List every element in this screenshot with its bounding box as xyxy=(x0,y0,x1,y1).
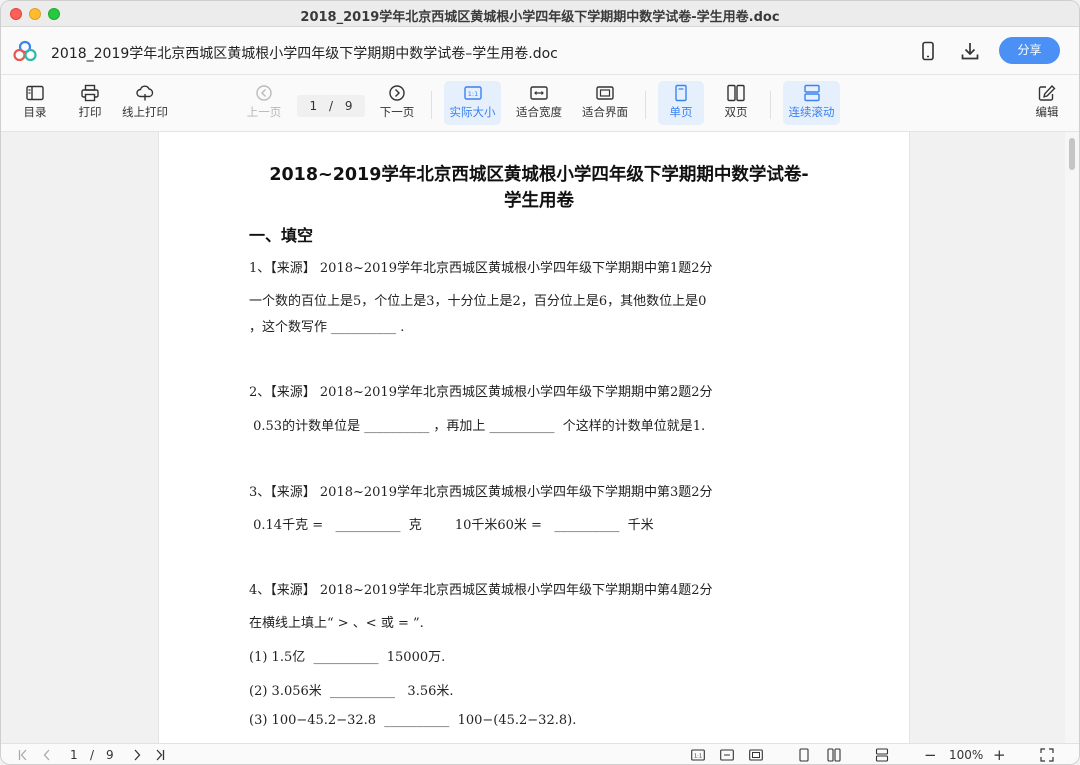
fit-page-button[interactable]: 适合界面 xyxy=(579,81,631,125)
last-page-icon[interactable] xyxy=(152,748,166,762)
fit-width-label: 适合宽度 xyxy=(516,105,562,119)
svg-text:1:1: 1:1 xyxy=(694,753,702,759)
question-text: (1) 1.5亿 __________ 15000万. xyxy=(249,650,446,665)
online-print-button[interactable]: 线上打印 xyxy=(119,81,171,125)
chevron-right-circle-icon xyxy=(389,85,405,101)
actual-size-icon[interactable]: 1:1 xyxy=(691,748,705,762)
print-button[interactable]: 打印 xyxy=(71,81,109,125)
status-page-separator: / xyxy=(90,748,95,762)
question-source: 3、【来源】 2018~2019学年北京西城区黄城根小学四年级下学期期中第3题2… xyxy=(249,485,713,500)
zoom-in-button[interactable]: + xyxy=(993,747,1006,764)
question-text: 在横线上填上“ > 、< 或 = ”. xyxy=(249,616,424,631)
svg-text:1:1: 1:1 xyxy=(467,90,477,98)
single-page-icon xyxy=(675,84,687,102)
actual-size-button[interactable]: 1:1 实际大小 xyxy=(444,81,501,125)
page-number-input[interactable]: 1 / 9 xyxy=(297,95,365,117)
continuous-scroll-button[interactable]: 连续滚动 xyxy=(783,81,840,125)
fit-width-icon xyxy=(530,86,548,100)
phone-icon[interactable] xyxy=(917,40,939,62)
online-print-label: 线上打印 xyxy=(122,105,168,119)
page-total: 9 xyxy=(344,99,353,113)
window-title: 2018_2019学年北京西城区黄城根小学四年级下学期期中数学试卷-学生用卷.d… xyxy=(300,10,780,25)
doc-title-line2: 学生用卷 xyxy=(504,191,574,211)
section-title: 一、填空 xyxy=(249,226,314,245)
toolbar-divider xyxy=(431,91,432,119)
app-window: 2018_2019学年北京西城区黄城根小学四年级下学期期中数学试卷-学生用卷.d… xyxy=(0,0,1080,765)
question-source: 1、【来源】 2018~2019学年北京西城区黄城根小学四年级下学期期中第1题2… xyxy=(249,261,713,276)
single-page-button[interactable]: 单页 xyxy=(658,81,704,125)
edit-label: 编辑 xyxy=(1035,105,1059,119)
toolbar: 目录 打印 线上打印 上一页 1 / 9 下一页 1:1 实际大小 适合宽度 适… xyxy=(1,75,1079,132)
header-bar: 2018_2019学年北京西城区黄城根小学四年级下学期期中数学试卷–学生用卷.d… xyxy=(1,27,1079,75)
actual-size-label: 实际大小 xyxy=(449,105,496,119)
share-button[interactable]: 分享 xyxy=(999,37,1060,64)
toc-button[interactable]: 目录 xyxy=(15,81,55,125)
status-bar: 1 / 9 1:1 − 100% + xyxy=(1,743,1079,764)
next-page-label: 下一页 xyxy=(379,105,415,119)
double-page-icon[interactable] xyxy=(827,748,841,762)
double-page-button[interactable]: 双页 xyxy=(715,81,757,125)
document-name: 2018_2019学年北京西城区黄城根小学四年级下学期期中数学试卷–学生用卷.d… xyxy=(51,46,558,62)
question-text: 0.14千克 = __________ 克 10千米60米 = ________… xyxy=(249,518,654,533)
chevron-left-circle-icon xyxy=(256,85,272,101)
prev-page-button[interactable]: 上一页 xyxy=(245,81,283,125)
continuous-scroll-label: 连续滚动 xyxy=(788,105,835,119)
title-bar: 2018_2019学年北京西城区黄城根小学四年级下学期期中数学试卷-学生用卷.d… xyxy=(1,1,1079,27)
fit-width-button[interactable]: 适合宽度 xyxy=(513,81,565,125)
fit-page-label: 适合界面 xyxy=(582,105,628,119)
continuous-scroll-icon xyxy=(803,84,820,102)
chevron-right-icon[interactable] xyxy=(130,748,144,762)
question-source: 4、【来源】 2018~2019学年北京西城区黄城根小学四年级下学期期中第4题2… xyxy=(249,583,713,598)
print-label: 打印 xyxy=(78,105,102,119)
edit-button[interactable]: 编辑 xyxy=(1029,81,1065,125)
chevron-left-icon[interactable] xyxy=(40,748,54,762)
single-page-label: 单页 xyxy=(669,105,693,119)
app-logo-icon xyxy=(13,40,37,62)
page-separator: / xyxy=(328,99,334,113)
fit-page-icon xyxy=(596,86,614,100)
printer-icon xyxy=(81,84,99,102)
doc-title-line1: 2018~2019学年北京西城区黄城根小学四年级下学期期中数学试卷- xyxy=(269,165,809,185)
prev-page-label: 上一页 xyxy=(246,105,282,119)
question-text: (2) 3.056米 __________ 3.56米. xyxy=(249,684,454,699)
double-page-label: 双页 xyxy=(724,105,748,119)
zoom-level: 100% xyxy=(949,748,984,762)
next-page-button[interactable]: 下一页 xyxy=(378,81,416,125)
double-page-icon xyxy=(727,84,745,102)
single-page-icon[interactable] xyxy=(797,748,811,762)
status-page-total: 9 xyxy=(106,748,114,762)
edit-icon xyxy=(1038,84,1056,101)
question-text: 一个数的百位上是5，个位上是3，十分位上是2，百分位上是6，其他数位上是0 xyxy=(249,294,707,309)
question-source: 2、【来源】 2018~2019学年北京西城区黄城根小学四年级下学期期中第2题2… xyxy=(249,385,713,400)
fullscreen-icon[interactable] xyxy=(1040,748,1054,762)
actual-size-icon: 1:1 xyxy=(463,86,482,100)
first-page-icon[interactable] xyxy=(17,748,31,762)
page-current: 1 xyxy=(309,99,318,113)
continuous-scroll-icon[interactable] xyxy=(875,748,889,762)
toc-icon xyxy=(26,85,44,101)
zoom-out-button[interactable]: − xyxy=(924,747,937,764)
scrollbar-thumb[interactable] xyxy=(1069,138,1075,170)
status-page-current: 1 xyxy=(70,748,78,762)
vertical-scrollbar[interactable] xyxy=(1065,132,1079,743)
download-icon[interactable] xyxy=(959,40,981,62)
document-viewport[interactable]: 2018~2019学年北京西城区黄城根小学四年级下学期期中数学试卷- 学生用卷 … xyxy=(1,132,1079,743)
cloud-icon xyxy=(136,85,154,101)
fit-page-icon[interactable] xyxy=(749,748,763,762)
toc-label: 目录 xyxy=(23,105,47,119)
toolbar-divider xyxy=(645,91,646,119)
question-text: 0.53的计数单位是 __________ ，再加上 __________ 个这… xyxy=(249,419,706,434)
question-text: (3) 100−45.2−32.8 __________ 100−(45.2−3… xyxy=(249,713,577,728)
fit-width-icon[interactable] xyxy=(720,748,734,762)
document-page: 2018~2019学年北京西城区黄城根小学四年级下学期期中数学试卷- 学生用卷 … xyxy=(158,132,910,743)
question-text: ，这个数写作 __________ . xyxy=(249,320,405,335)
toolbar-divider xyxy=(770,91,771,119)
